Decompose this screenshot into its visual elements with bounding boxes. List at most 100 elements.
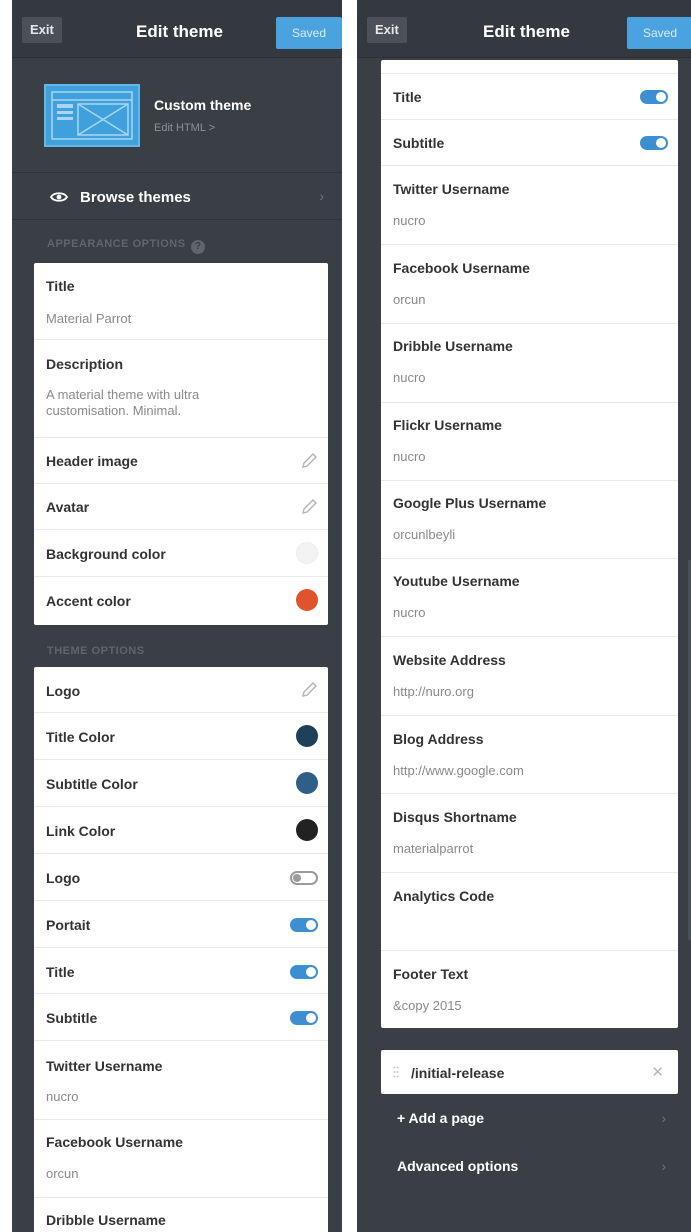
- dribble-field-row[interactable]: Dribble Username: [34, 1198, 328, 1232]
- logo-toggle-row[interactable]: Logo: [34, 854, 328, 901]
- portait-label: Portait: [46, 917, 91, 933]
- title-color-swatch[interactable]: [296, 725, 318, 747]
- title-toggle-row[interactable]: Title: [381, 74, 678, 120]
- toggle-knob: [656, 138, 666, 148]
- page-title: Edit theme: [483, 22, 570, 41]
- facebook-field-row[interactable]: Facebook Username orcun: [381, 245, 678, 324]
- header-image-row[interactable]: Header image: [34, 438, 328, 484]
- flickr-label: Flickr Username: [393, 417, 502, 433]
- browse-themes-label: Browse themes: [80, 189, 191, 206]
- subtitle-toggle-row[interactable]: Subtitle: [381, 120, 678, 166]
- add-page-row[interactable]: + Add a page ›: [381, 1098, 678, 1140]
- portait-toggle-switch[interactable]: [290, 918, 318, 932]
- edit-html-link[interactable]: Edit HTML >: [154, 122, 215, 134]
- flickr-field-row[interactable]: Flickr Username nucro: [381, 403, 678, 481]
- description-input[interactable]: A material theme with ultra customisatio…: [46, 387, 256, 419]
- browse-themes-row[interactable]: Browse themes ›: [12, 172, 342, 220]
- drag-handle-icon[interactable]: [393, 1066, 399, 1078]
- twitter-field-row[interactable]: Twitter Username nucro: [34, 1041, 328, 1120]
- youtube-field-row[interactable]: Youtube Username nucro: [381, 559, 678, 637]
- youtube-input[interactable]: nucro: [393, 605, 426, 620]
- title-toggle-switch[interactable]: [290, 965, 318, 979]
- accent-color-label: Accent color: [46, 593, 131, 609]
- saved-button[interactable]: Saved: [276, 17, 342, 49]
- footer-label: Footer Text: [393, 966, 469, 982]
- theme-options-card-continued: Title Subtitle Twitter Username nucro Fa…: [381, 60, 678, 1028]
- subtitle-toggle-row[interactable]: Subtitle: [34, 994, 328, 1041]
- theme-wireframe-icon: [51, 91, 133, 140]
- disqus-field-row[interactable]: Disqus Shortname materialparrot: [381, 794, 678, 873]
- pencil-icon[interactable]: [300, 498, 318, 516]
- twitter-field-row[interactable]: Twitter Username nucro: [381, 166, 678, 245]
- title-toggle-label: Title: [393, 89, 422, 105]
- website-input[interactable]: http://nuro.org: [393, 684, 474, 699]
- twitter-input[interactable]: nucro: [46, 1089, 79, 1104]
- toggle-knob: [656, 92, 666, 102]
- advanced-options-row[interactable]: Advanced options ›: [381, 1146, 678, 1188]
- toggle-knob: [306, 1013, 316, 1023]
- disqus-input[interactable]: materialparrot: [393, 841, 473, 856]
- toggle-knob: [306, 967, 316, 977]
- exit-button[interactable]: Exit: [367, 17, 407, 43]
- dribble-input[interactable]: nucro: [393, 370, 426, 385]
- background-color-label: Background color: [46, 546, 166, 562]
- footer-field-row[interactable]: Footer Text &copy 2015: [381, 951, 678, 1028]
- subtitle-color-swatch[interactable]: [296, 772, 318, 794]
- flickr-input[interactable]: nucro: [393, 449, 426, 464]
- title-field-row[interactable]: Title Material Parrot: [34, 263, 328, 340]
- accent-color-row[interactable]: Accent color: [34, 577, 328, 625]
- facebook-label: Facebook Username: [46, 1134, 183, 1150]
- title-toggle-switch[interactable]: [640, 90, 668, 104]
- description-field-row[interactable]: Description A material theme with ultra …: [34, 340, 328, 438]
- pencil-icon[interactable]: [300, 452, 318, 470]
- pencil-icon[interactable]: [300, 681, 318, 699]
- footer-input[interactable]: &copy 2015: [393, 998, 462, 1013]
- blog-field-row[interactable]: Blog Address http://www.google.com: [381, 716, 678, 794]
- title-toggle-row[interactable]: Title: [34, 948, 328, 994]
- logo-toggle-switch[interactable]: [290, 871, 318, 885]
- facebook-field-row[interactable]: Facebook Username orcun: [34, 1120, 328, 1198]
- facebook-label: Facebook Username: [393, 260, 530, 276]
- title-color-row[interactable]: Title Color: [34, 713, 328, 760]
- google-plus-input[interactable]: orcunlbeyli: [393, 527, 455, 542]
- clipped-row: [381, 60, 678, 74]
- header-image-label: Header image: [46, 453, 138, 469]
- close-icon[interactable]: ✕: [651, 1063, 664, 1081]
- google-plus-label: Google Plus Username: [393, 495, 547, 511]
- avatar-label: Avatar: [46, 499, 90, 515]
- blog-input[interactable]: http://www.google.com: [393, 763, 524, 778]
- twitter-input[interactable]: nucro: [393, 213, 426, 228]
- chevron-right-icon: ›: [319, 188, 324, 204]
- logo-row[interactable]: Logo: [34, 667, 328, 713]
- analytics-field-row[interactable]: Analytics Code: [381, 873, 678, 951]
- google-plus-field-row[interactable]: Google Plus Username orcunlbeyli: [381, 481, 678, 559]
- subtitle-color-row[interactable]: Subtitle Color: [34, 760, 328, 807]
- portait-row[interactable]: Portait: [34, 901, 328, 948]
- accent-color-swatch[interactable]: [296, 589, 318, 611]
- help-icon[interactable]: ?: [191, 240, 206, 254]
- theme-thumbnail[interactable]: [44, 84, 140, 147]
- link-color-row[interactable]: Link Color: [34, 807, 328, 854]
- page-item-label: /initial-release: [411, 1065, 505, 1081]
- link-color-swatch[interactable]: [296, 819, 318, 841]
- page-item-row[interactable]: /initial-release ✕: [381, 1050, 678, 1094]
- background-color-row[interactable]: Background color: [34, 530, 328, 577]
- theme-options-card: Logo Title Color Subtitle Color Link Col…: [34, 667, 328, 1232]
- chevron-right-icon: ›: [661, 1110, 666, 1126]
- advanced-options-label: Advanced options: [397, 1158, 519, 1174]
- youtube-label: Youtube Username: [393, 573, 520, 589]
- background-color-swatch[interactable]: [296, 542, 318, 564]
- facebook-input[interactable]: orcun: [46, 1166, 79, 1181]
- subtitle-toggle-switch[interactable]: [640, 136, 668, 150]
- dribble-field-row[interactable]: Dribble Username nucro: [381, 324, 678, 403]
- avatar-row[interactable]: Avatar: [34, 484, 328, 530]
- website-field-row[interactable]: Website Address http://nuro.org: [381, 637, 678, 716]
- title-input[interactable]: Material Parrot: [46, 311, 131, 326]
- exit-button[interactable]: Exit: [22, 17, 62, 43]
- facebook-input[interactable]: orcun: [393, 292, 426, 307]
- subtitle-toggle-label: Subtitle: [393, 135, 445, 151]
- link-color-label: Link Color: [46, 823, 116, 839]
- subtitle-toggle-switch[interactable]: [290, 1011, 318, 1025]
- saved-button[interactable]: Saved: [627, 17, 691, 49]
- dribble-label: Dribble Username: [46, 1212, 166, 1228]
